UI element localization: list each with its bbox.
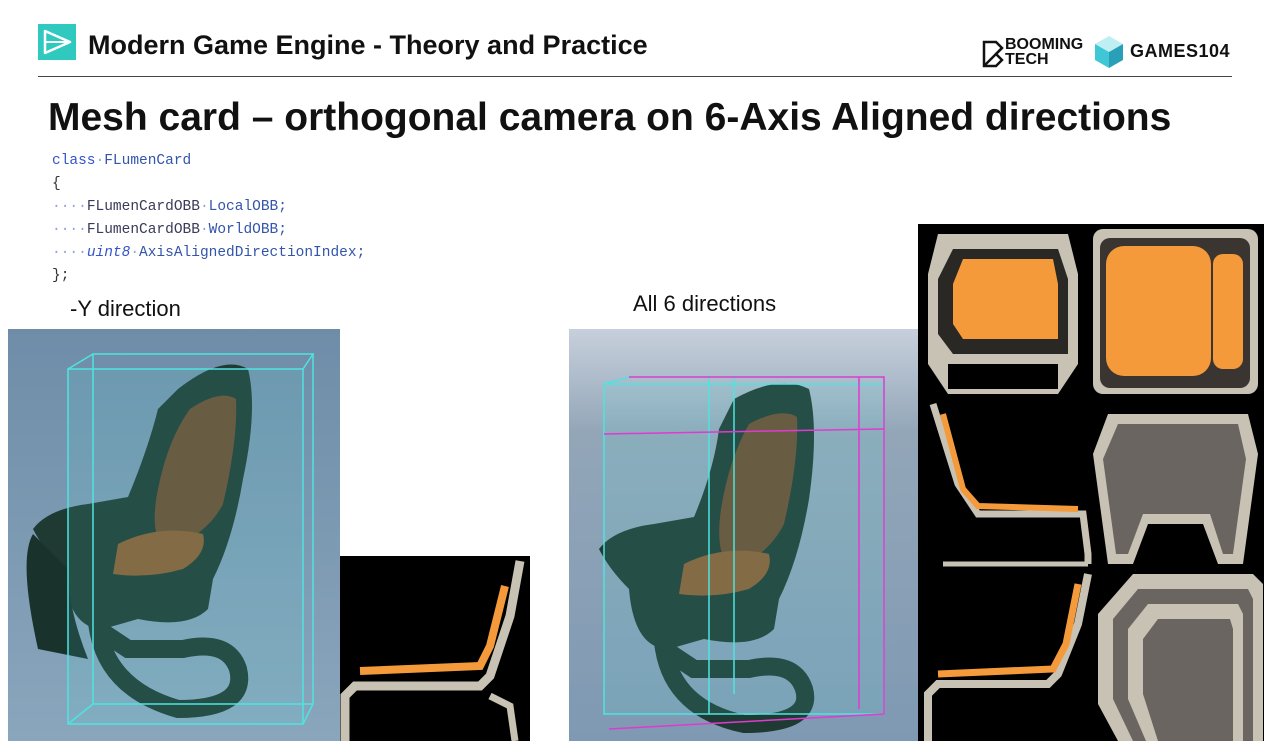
slide-title: Mesh card – orthogonal camera on 6-Axis … bbox=[48, 96, 1172, 139]
obb-box-outline bbox=[67, 353, 315, 725]
mesh-card-minus-y bbox=[340, 556, 530, 741]
code-line-3: ····FLumenCardOBB·LocalOBB; bbox=[52, 199, 287, 215]
obb-box-outline bbox=[603, 376, 885, 730]
caption-minus-y-direction: -Y direction bbox=[70, 296, 181, 321]
mesh-card-grid-six-directions bbox=[918, 224, 1264, 741]
code-line-1: class·FLumenCard bbox=[52, 153, 192, 169]
chair-obb-viewport-right bbox=[569, 329, 919, 741]
mesh-card-bottom bbox=[1098, 574, 1263, 741]
booming-line2: TECH bbox=[1005, 51, 1049, 68]
code-block: class·FLumenCard { ····FLumenCardOBB·Local… bbox=[52, 150, 365, 288]
code-line-4: ····FLumenCardOBB·WorldOBB; bbox=[52, 222, 287, 238]
games104-wordmark: GAMES104 bbox=[1130, 41, 1231, 61]
booming-tech-wordmark: BOOMING TECH bbox=[1005, 36, 1084, 68]
code-keyword: class bbox=[52, 153, 96, 169]
code-line-2: { bbox=[52, 176, 61, 192]
code-line-6: }; bbox=[52, 268, 70, 284]
games104-cube-icon bbox=[1095, 36, 1123, 68]
slide-logo-icon bbox=[38, 24, 76, 60]
code-class-name: FLumenCard bbox=[104, 153, 192, 169]
booming-line1: BOOMING bbox=[1005, 36, 1084, 53]
booming-tech-logo-icon bbox=[982, 40, 1004, 68]
course-title: Modern Game Engine - Theory and Practice bbox=[88, 30, 648, 60]
chair-obb-viewport-left bbox=[8, 329, 340, 741]
code-line-5: ····uint8·AxisAlignedDirectionIndex; bbox=[52, 245, 366, 261]
header-divider bbox=[38, 76, 1232, 77]
mesh-card-front bbox=[928, 234, 1078, 394]
caption-all-six-directions: All 6 directions bbox=[633, 291, 777, 316]
mesh-card-back bbox=[1093, 229, 1258, 394]
